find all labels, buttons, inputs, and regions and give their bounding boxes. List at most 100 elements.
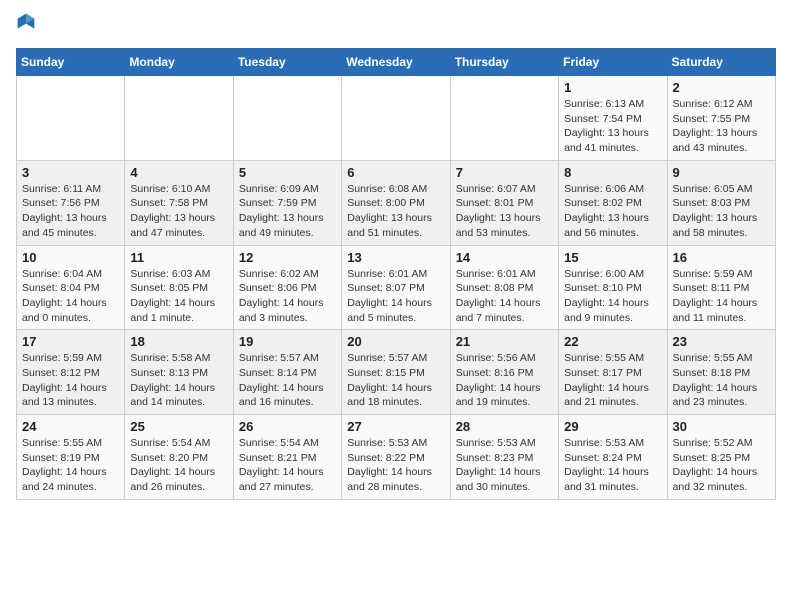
day-number: 20	[347, 334, 444, 349]
day-number: 1	[564, 80, 661, 95]
day-info: Sunrise: 6:01 AM Sunset: 8:07 PM Dayligh…	[347, 267, 444, 326]
day-number: 8	[564, 165, 661, 180]
day-info: Sunrise: 6:09 AM Sunset: 7:59 PM Dayligh…	[239, 182, 336, 241]
calendar-cell: 17Sunrise: 5:59 AM Sunset: 8:12 PM Dayli…	[17, 330, 125, 415]
calendar-cell: 13 Sunrise: 6:01 AM Sunset: 8:07 PM Dayli…	[342, 245, 450, 330]
day-number: 3	[22, 165, 119, 180]
day-number: 12	[239, 250, 336, 265]
page-header	[16, 16, 776, 36]
day-info: Sunrise: 6:02 AM Sunset: 8:06 PM Dayligh…	[239, 267, 336, 326]
day-info: Sunrise: 5:55 AM Sunset: 8:18 PM Dayligh…	[673, 351, 770, 410]
calendar-week-row: 17Sunrise: 5:59 AM Sunset: 8:12 PM Dayli…	[17, 330, 776, 415]
day-info: Sunrise: 6:08 AM Sunset: 8:00 PM Dayligh…	[347, 182, 444, 241]
calendar-cell: 20Sunrise: 5:57 AM Sunset: 8:15 PM Dayli…	[342, 330, 450, 415]
day-info: Sunrise: 6:12 AM Sunset: 7:55 PM Dayligh…	[673, 97, 770, 156]
calendar-cell	[17, 76, 125, 161]
day-info: Sunrise: 5:52 AM Sunset: 8:25 PM Dayligh…	[673, 436, 770, 495]
day-number: 26	[239, 419, 336, 434]
day-info: Sunrise: 6:11 AM Sunset: 7:56 PM Dayligh…	[22, 182, 119, 241]
calendar-cell: 6 Sunrise: 6:08 AM Sunset: 8:00 PM Daylig…	[342, 160, 450, 245]
day-info: Sunrise: 6:04 AM Sunset: 8:04 PM Dayligh…	[22, 267, 119, 326]
day-number: 6	[347, 165, 444, 180]
day-number: 2	[673, 80, 770, 95]
calendar-cell: 25Sunrise: 5:54 AM Sunset: 8:20 PM Dayli…	[125, 415, 233, 500]
day-number: 5	[239, 165, 336, 180]
calendar-day-header: Friday	[559, 49, 667, 76]
calendar-cell: 2 Sunrise: 6:12 AM Sunset: 7:55 PM Daylig…	[667, 76, 775, 161]
calendar-cell: 28 Sunrise: 5:53 AM Sunset: 8:23 PM Dayli…	[450, 415, 558, 500]
calendar-cell: 5 Sunrise: 6:09 AM Sunset: 7:59 PM Daylig…	[233, 160, 341, 245]
calendar-day-header: Saturday	[667, 49, 775, 76]
day-info: Sunrise: 5:59 AM Sunset: 8:11 PM Dayligh…	[673, 267, 770, 326]
calendar-day-header: Monday	[125, 49, 233, 76]
logo	[16, 16, 40, 36]
calendar-cell: 3 Sunrise: 6:11 AM Sunset: 7:56 PM Daylig…	[17, 160, 125, 245]
day-info: Sunrise: 6:13 AM Sunset: 7:54 PM Dayligh…	[564, 97, 661, 156]
calendar-cell: 15 Sunrise: 6:00 AM Sunset: 8:10 PM Dayli…	[559, 245, 667, 330]
day-number: 28	[456, 419, 553, 434]
day-info: Sunrise: 6:03 AM Sunset: 8:05 PM Dayligh…	[130, 267, 227, 326]
calendar-cell: 1 Sunrise: 6:13 AM Sunset: 7:54 PM Daylig…	[559, 76, 667, 161]
calendar-cell: 30 Sunrise: 5:52 AM Sunset: 8:25 PM Dayli…	[667, 415, 775, 500]
calendar-cell	[450, 76, 558, 161]
day-number: 14	[456, 250, 553, 265]
day-number: 13	[347, 250, 444, 265]
day-info: Sunrise: 5:56 AM Sunset: 8:16 PM Dayligh…	[456, 351, 553, 410]
calendar-day-header: Thursday	[450, 49, 558, 76]
calendar-cell: 9 Sunrise: 6:05 AM Sunset: 8:03 PM Daylig…	[667, 160, 775, 245]
day-number: 7	[456, 165, 553, 180]
calendar-header-row: SundayMondayTuesdayWednesdayThursdayFrid…	[17, 49, 776, 76]
day-number: 30	[673, 419, 770, 434]
day-info: Sunrise: 5:55 AM Sunset: 8:17 PM Dayligh…	[564, 351, 661, 410]
calendar-cell	[342, 76, 450, 161]
day-number: 27	[347, 419, 444, 434]
day-info: Sunrise: 6:06 AM Sunset: 8:02 PM Dayligh…	[564, 182, 661, 241]
calendar-cell: 8 Sunrise: 6:06 AM Sunset: 8:02 PM Daylig…	[559, 160, 667, 245]
day-number: 19	[239, 334, 336, 349]
calendar-cell: 21 Sunrise: 5:56 AM Sunset: 8:16 PM Dayli…	[450, 330, 558, 415]
calendar-cell: 18Sunrise: 5:58 AM Sunset: 8:13 PM Dayli…	[125, 330, 233, 415]
day-info: Sunrise: 5:59 AM Sunset: 8:12 PM Dayligh…	[22, 351, 119, 410]
calendar-cell: 14 Sunrise: 6:01 AM Sunset: 8:08 PM Dayli…	[450, 245, 558, 330]
calendar-week-row: 10 Sunrise: 6:04 AM Sunset: 8:04 PM Dayli…	[17, 245, 776, 330]
day-info: Sunrise: 6:01 AM Sunset: 8:08 PM Dayligh…	[456, 267, 553, 326]
calendar-day-header: Tuesday	[233, 49, 341, 76]
day-number: 21	[456, 334, 553, 349]
day-number: 4	[130, 165, 227, 180]
calendar-week-row: 1 Sunrise: 6:13 AM Sunset: 7:54 PM Daylig…	[17, 76, 776, 161]
day-info: Sunrise: 5:53 AM Sunset: 8:23 PM Dayligh…	[456, 436, 553, 495]
calendar-cell: 10 Sunrise: 6:04 AM Sunset: 8:04 PM Dayli…	[17, 245, 125, 330]
calendar-cell: 27Sunrise: 5:53 AM Sunset: 8:22 PM Dayli…	[342, 415, 450, 500]
day-info: Sunrise: 6:05 AM Sunset: 8:03 PM Dayligh…	[673, 182, 770, 241]
calendar-cell: 4Sunrise: 6:10 AM Sunset: 7:58 PM Daylig…	[125, 160, 233, 245]
day-info: Sunrise: 5:54 AM Sunset: 8:21 PM Dayligh…	[239, 436, 336, 495]
day-number: 25	[130, 419, 227, 434]
calendar-cell: 24 Sunrise: 5:55 AM Sunset: 8:19 PM Dayli…	[17, 415, 125, 500]
calendar-cell: 26 Sunrise: 5:54 AM Sunset: 8:21 PM Dayli…	[233, 415, 341, 500]
calendar-day-header: Sunday	[17, 49, 125, 76]
calendar-cell	[233, 76, 341, 161]
calendar-cell: 22 Sunrise: 5:55 AM Sunset: 8:17 PM Dayli…	[559, 330, 667, 415]
calendar-table: SundayMondayTuesdayWednesdayThursdayFrid…	[16, 48, 776, 500]
day-info: Sunrise: 5:53 AM Sunset: 8:24 PM Dayligh…	[564, 436, 661, 495]
day-number: 11	[130, 250, 227, 265]
day-info: Sunrise: 6:07 AM Sunset: 8:01 PM Dayligh…	[456, 182, 553, 241]
calendar-cell: 7 Sunrise: 6:07 AM Sunset: 8:01 PM Daylig…	[450, 160, 558, 245]
day-info: Sunrise: 5:55 AM Sunset: 8:19 PM Dayligh…	[22, 436, 119, 495]
day-info: Sunrise: 6:00 AM Sunset: 8:10 PM Dayligh…	[564, 267, 661, 326]
day-number: 16	[673, 250, 770, 265]
day-number: 15	[564, 250, 661, 265]
day-number: 22	[564, 334, 661, 349]
calendar-cell: 11 Sunrise: 6:03 AM Sunset: 8:05 PM Dayli…	[125, 245, 233, 330]
day-number: 9	[673, 165, 770, 180]
calendar-cell: 12 Sunrise: 6:02 AM Sunset: 8:06 PM Dayli…	[233, 245, 341, 330]
calendar-week-row: 24 Sunrise: 5:55 AM Sunset: 8:19 PM Dayli…	[17, 415, 776, 500]
day-number: 24	[22, 419, 119, 434]
day-number: 29	[564, 419, 661, 434]
calendar-week-row: 3 Sunrise: 6:11 AM Sunset: 7:56 PM Daylig…	[17, 160, 776, 245]
day-number: 10	[22, 250, 119, 265]
calendar-cell: 16 Sunrise: 5:59 AM Sunset: 8:11 PM Dayli…	[667, 245, 775, 330]
calendar-day-header: Wednesday	[342, 49, 450, 76]
logo-icon	[16, 12, 36, 32]
day-info: Sunrise: 5:58 AM Sunset: 8:13 PM Dayligh…	[130, 351, 227, 410]
